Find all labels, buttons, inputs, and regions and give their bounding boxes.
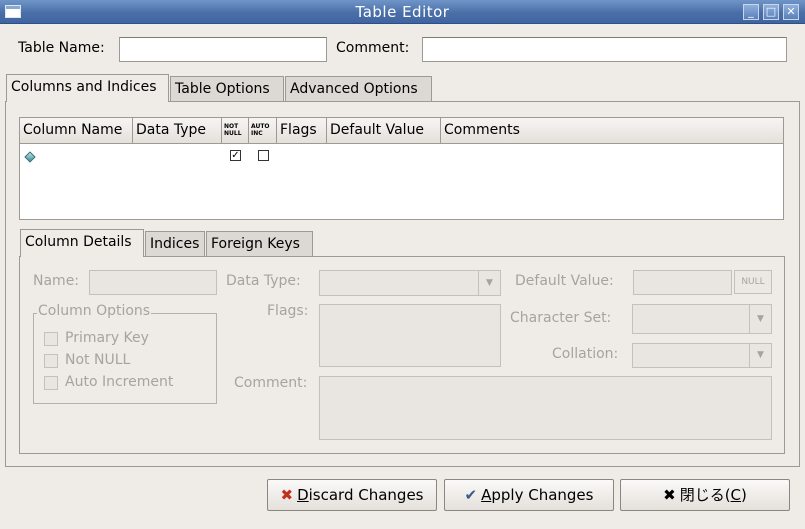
column-name-input[interactable] — [89, 270, 217, 295]
header-flags[interactable]: Flags — [277, 118, 327, 143]
comment-label: Comment: — [336, 40, 410, 56]
tab-foreign-keys[interactable]: Foreign Keys — [206, 231, 313, 257]
checkmark-icon: ✔ — [464, 486, 478, 504]
column-comment-input[interactable] — [319, 376, 772, 440]
name-label: Name: — [33, 273, 80, 289]
auto-inc-checkbox[interactable] — [258, 150, 269, 161]
close-button[interactable]: ✖ 閉じる(C) — [620, 479, 790, 511]
key-diamond-icon — [24, 151, 36, 163]
auto-increment-label: Auto Increment — [65, 374, 174, 390]
not-null-label: Not NULL — [65, 352, 131, 368]
maximize-button[interactable]: □ — [763, 4, 779, 20]
default-value-label: Default Value: — [515, 273, 614, 289]
column-comment-label: Comment: — [234, 375, 308, 391]
flags-list[interactable] — [319, 304, 501, 367]
header-auto-inc[interactable]: AUTO INC — [249, 118, 277, 143]
table-comment-input[interactable] — [422, 37, 787, 62]
header-comments[interactable]: Comments — [441, 118, 783, 143]
flags-label: Flags: — [267, 303, 309, 319]
character-set-label: Character Set: — [510, 310, 612, 326]
tab-column-details[interactable]: Column Details — [20, 229, 144, 257]
discard-x-icon: ✖ — [280, 486, 294, 504]
close-window-button[interactable]: ✕ — [783, 4, 799, 20]
close-x-icon: ✖ — [663, 486, 676, 504]
apply-changes-button[interactable]: ✔ Apply Changes — [444, 479, 614, 511]
character-set-combo[interactable]: ▼ — [632, 304, 772, 334]
header-default-value[interactable]: Default Value — [327, 118, 441, 143]
title-bar: Table Editor _ □ ✕ — [0, 0, 805, 24]
discard-changes-button[interactable]: ✖ Discard Changes — [267, 479, 437, 511]
header-not-null[interactable]: NOT NULL — [222, 118, 249, 143]
table-name-label: Table Name: — [18, 40, 105, 56]
chevron-down-icon: ▼ — [478, 271, 500, 295]
chevron-down-icon: ▼ — [749, 344, 771, 367]
null-button[interactable]: NULL — [734, 270, 772, 294]
primary-key-label: Primary Key — [65, 330, 149, 346]
header-data-type[interactable]: Data Type — [133, 118, 222, 143]
column-options-title: Column Options — [37, 303, 152, 319]
primary-key-checkbox[interactable] — [44, 332, 58, 346]
data-type-combo[interactable]: ▼ — [319, 270, 501, 296]
columns-grid[interactable]: Column Name Data Type NOT NULL AUTO INC Fl… — [19, 117, 784, 220]
table-name-input[interactable] — [119, 37, 327, 62]
minimize-button[interactable]: _ — [743, 4, 759, 20]
tab-indices[interactable]: Indices — [145, 231, 205, 257]
data-type-label: Data Type: — [226, 273, 301, 289]
not-null-option-checkbox[interactable] — [44, 354, 58, 368]
collation-combo[interactable]: ▼ — [632, 343, 772, 368]
tab-advanced-options[interactable]: Advanced Options — [285, 76, 432, 102]
default-value-input[interactable] — [633, 270, 732, 295]
window-title: Table Editor — [355, 3, 450, 21]
grid-header: Column Name Data Type NOT NULL AUTO INC Fl… — [20, 118, 783, 144]
header-column-name[interactable]: Column Name — [20, 118, 133, 143]
tab-columns-and-indices[interactable]: Columns and Indices — [6, 74, 169, 102]
chevron-down-icon: ▼ — [749, 305, 771, 333]
collation-label: Collation: — [552, 346, 619, 362]
auto-increment-checkbox[interactable] — [44, 376, 58, 390]
tab-table-options[interactable]: Table Options — [170, 76, 284, 102]
not-null-checkbox[interactable]: ✓ — [230, 150, 241, 161]
